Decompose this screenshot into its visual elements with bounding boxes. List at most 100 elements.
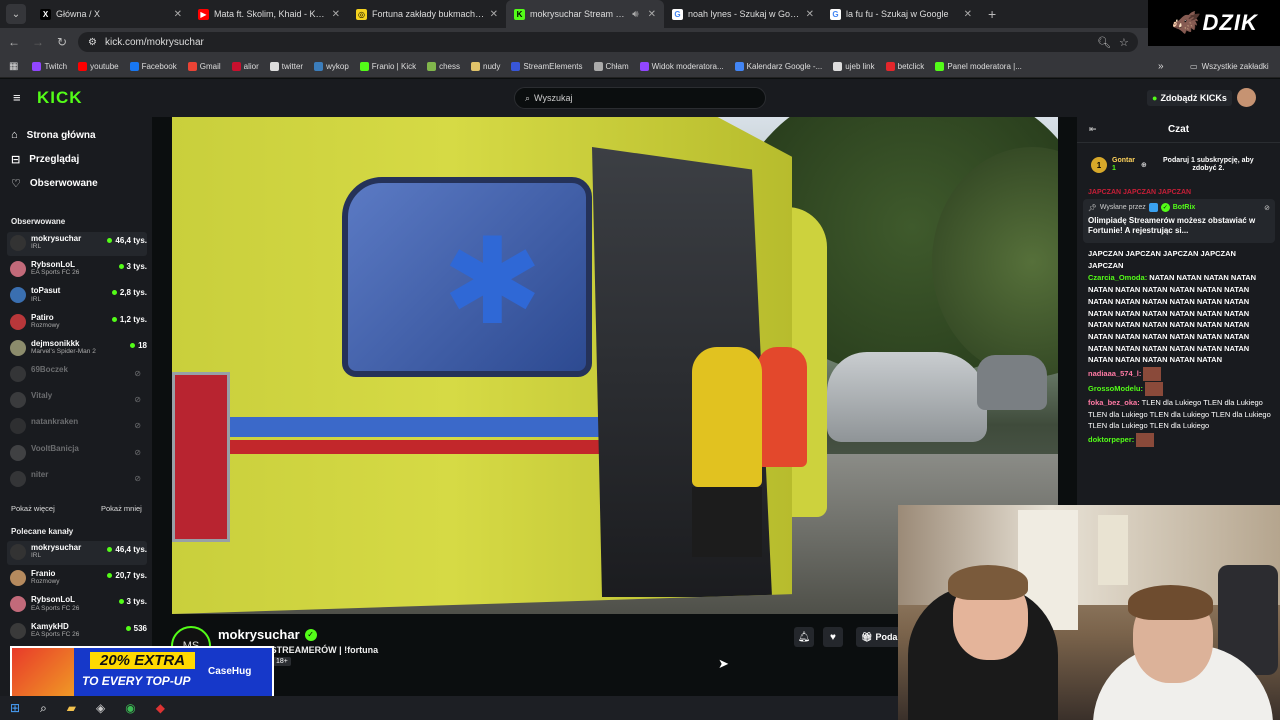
channel-item[interactable]: natankraken ⊘ [7,415,147,439]
nav-item-1[interactable]: ⊟ Przeglądaj [11,153,79,166]
file-explorer-icon[interactable]: ▰ [67,701,76,715]
channel-item[interactable]: 69Boczek ⊘ [7,363,147,387]
bookmark-item[interactable]: youtube [78,62,119,71]
bookmark-item[interactable]: chess [427,62,460,71]
bookmark-item[interactable]: Franio | Kick [359,62,416,71]
bookmark-item[interactable]: twitter [269,62,303,71]
channel-item[interactable]: niter ⊘ [7,468,147,492]
streamer-name[interactable]: mokrysuchar [218,627,300,642]
taskbar-app-2-icon[interactable]: ◆ [156,701,165,715]
bookmark-item[interactable]: wykop [314,62,349,71]
zoom-icon[interactable]: 🔍︎ [1097,36,1111,49]
nav-item-0[interactable]: ⌂ Strona główna [11,129,96,141]
windows-start-icon[interactable]: ⊞ [10,701,20,715]
video-stripe-red [172,440,602,454]
bookmark-favicon-icon [129,62,139,71]
nav-item-2[interactable]: ♡ Obserwowane [11,177,98,190]
tab-close-icon[interactable]: ✕ [490,9,498,20]
chat-username[interactable]: Czarcia_Omoda: [1088,273,1147,282]
channel-info: VooltBanicja [31,444,129,453]
taskbar-search-icon[interactable]: ⌕ [40,701,47,716]
channel-item[interactable]: Vitaly ⊘ [7,389,147,413]
show-more-button[interactable]: Pokaż więcej [11,504,55,513]
back-icon[interactable]: ← [2,35,26,49]
search-icon: ⌕ [525,92,531,103]
notification-bell-button[interactable]: 🔔︎ [794,627,814,647]
browser-tab[interactable]: Kmokrysuchar Stream - Watc 🔊︎ ✕ [506,0,664,28]
chat-username[interactable]: GrossoModelu: [1088,384,1143,393]
channel-item[interactable]: mokrysuchar IRL 46,4 tys. [7,232,147,256]
browser-tab[interactable]: ◎ Fortuna zakłady bukmacherskie ✕ [348,0,506,28]
bookmark-item[interactable]: StreamElements [511,62,583,71]
bookmark-favicon-icon [269,62,279,71]
hamburger-menu-icon[interactable]: ≡ [13,90,21,105]
browser-tab[interactable]: X Główna / X ✕ [32,0,190,28]
kick-logo[interactable]: KICK [37,88,83,108]
bookmark-item[interactable]: Gmail [187,62,221,71]
pinned-message[interactable]: 📌︎ Wysłane przez ✓ BotRix ⊘ Olimpiadę Stream… [1083,199,1275,243]
all-bookmarks-item[interactable]: ▭ Wszystkie zakładki [1190,62,1269,71]
channel-item[interactable]: Franio Rozmowy 20,7 tys. [7,567,147,591]
tab-close-icon[interactable]: ✕ [648,9,656,20]
taskbar-app-icon[interactable]: ◈ [96,701,105,715]
bookmark-item[interactable]: alior [231,62,259,71]
site-info-icon[interactable]: ⚙ [88,37,97,48]
chat-username[interactable]: doktorpeper: [1088,435,1134,444]
url-field[interactable]: ⚙ kick.com/mokrysuchar [78,32,1138,52]
offline-icon: ⊘ [134,395,141,405]
tab-close-icon[interactable]: ✕ [964,9,972,20]
bookmark-star-icon[interactable]: ☆ [1119,36,1129,49]
bookmark-item[interactable]: betclick [885,62,924,71]
channel-item[interactable]: toPasut IRL 2,8 tys. [7,284,147,308]
channel-item[interactable]: KamykHD EA Sports FC 26 536 [7,620,147,644]
channel-item[interactable]: RybsonLoL EA Sports FC 26 3 tys. [7,593,147,617]
casehug-ad-banner[interactable]: 20% EXTRA TO EVERY TOP-UP CaseHug [10,646,274,700]
tab-close-icon[interactable]: ✕ [806,9,814,20]
tab-close-icon[interactable]: ✕ [174,9,182,20]
chat-collapse-icon[interactable]: ⇤ [1089,124,1097,135]
bookmark-favicon-icon [359,62,369,71]
channel-name: Patiro [31,312,54,322]
more-bookmarks-icon[interactable]: » [1158,61,1164,72]
chat-username[interactable]: foka_bez_oka: [1088,398,1140,407]
bookmark-item[interactable]: Kalendarz Google -... [734,62,822,71]
show-less-button[interactable]: Pokaż mniej [101,504,142,513]
bookmark-item[interactable]: Widok moderatora... [639,62,724,71]
viewer-count: 3 tys. [126,597,147,607]
channel-name: mokrysuchar [31,543,82,552]
reload-icon[interactable]: ↻ [50,35,74,49]
bookmark-item[interactable]: Chłam [593,62,629,71]
channel-item[interactable]: RybsonLoL EA Sports FC 26 3 tys. [7,258,147,282]
browser-tab[interactable]: ▶ Mata ft. Skolim, Khaid - KAMIK ✕ [190,0,348,28]
leader-name[interactable]: Gontar [1112,157,1135,165]
get-kicks-button[interactable]: ● Zdobądź KICKs [1147,90,1232,106]
follow-button[interactable]: ♥ [823,627,843,647]
channel-item[interactable]: VooltBanicja ⊘ [7,442,147,466]
channel-item[interactable]: Patiro Rozmowy 1,2 tys. [7,311,147,335]
chat-username[interactable]: nadiaaa_574_l: [1088,369,1141,378]
tab-search-icon[interactable]: ⌄ [6,4,26,24]
user-avatar[interactable] [1237,88,1256,107]
gift-sub-button[interactable]: 🎁︎Podar [856,627,898,647]
bookmark-item[interactable]: Facebook [129,62,177,71]
bookmark-item[interactable]: nudy [471,62,500,71]
channel-item[interactable]: mokrysuchar IRL 46,4 tys. [7,541,147,565]
offline-icon: ⊘ [134,473,141,483]
leader-prompt[interactable]: Podaruj 1 subskrypcję, aby zdobyć 2. [1151,157,1266,174]
new-tab-button[interactable]: + [988,6,996,22]
search-input[interactable]: ⌕ Wyszukaj [514,87,766,109]
chrome-icon[interactable]: ◉ [125,701,135,715]
channel-item[interactable]: dejmsonikkk Marvel's Spider-Man 2 18 [7,337,147,361]
unpin-icon[interactable]: ⊘ [1264,204,1270,212]
browser-tab[interactable]: Gla fu fu - Szukaj w Google ✕ [822,0,980,28]
bookmark-item[interactable]: ujeb link [833,62,875,71]
bookmark-label: Gmail [199,62,221,71]
bookmark-favicon-icon [593,62,603,71]
tab-close-icon[interactable]: ✕ [332,9,340,20]
forward-icon[interactable]: → [26,35,50,49]
bookmark-item[interactable]: Twitch [32,62,67,71]
browser-tab[interactable]: Gnoah lynes - Szukaj w Google ✕ [664,0,822,28]
apps-grid-icon[interactable]: ▦ [9,61,18,72]
tab-audio-icon[interactable]: 🔊︎ [632,9,638,20]
bookmark-item[interactable]: Panel moderatora |... [935,62,1022,71]
